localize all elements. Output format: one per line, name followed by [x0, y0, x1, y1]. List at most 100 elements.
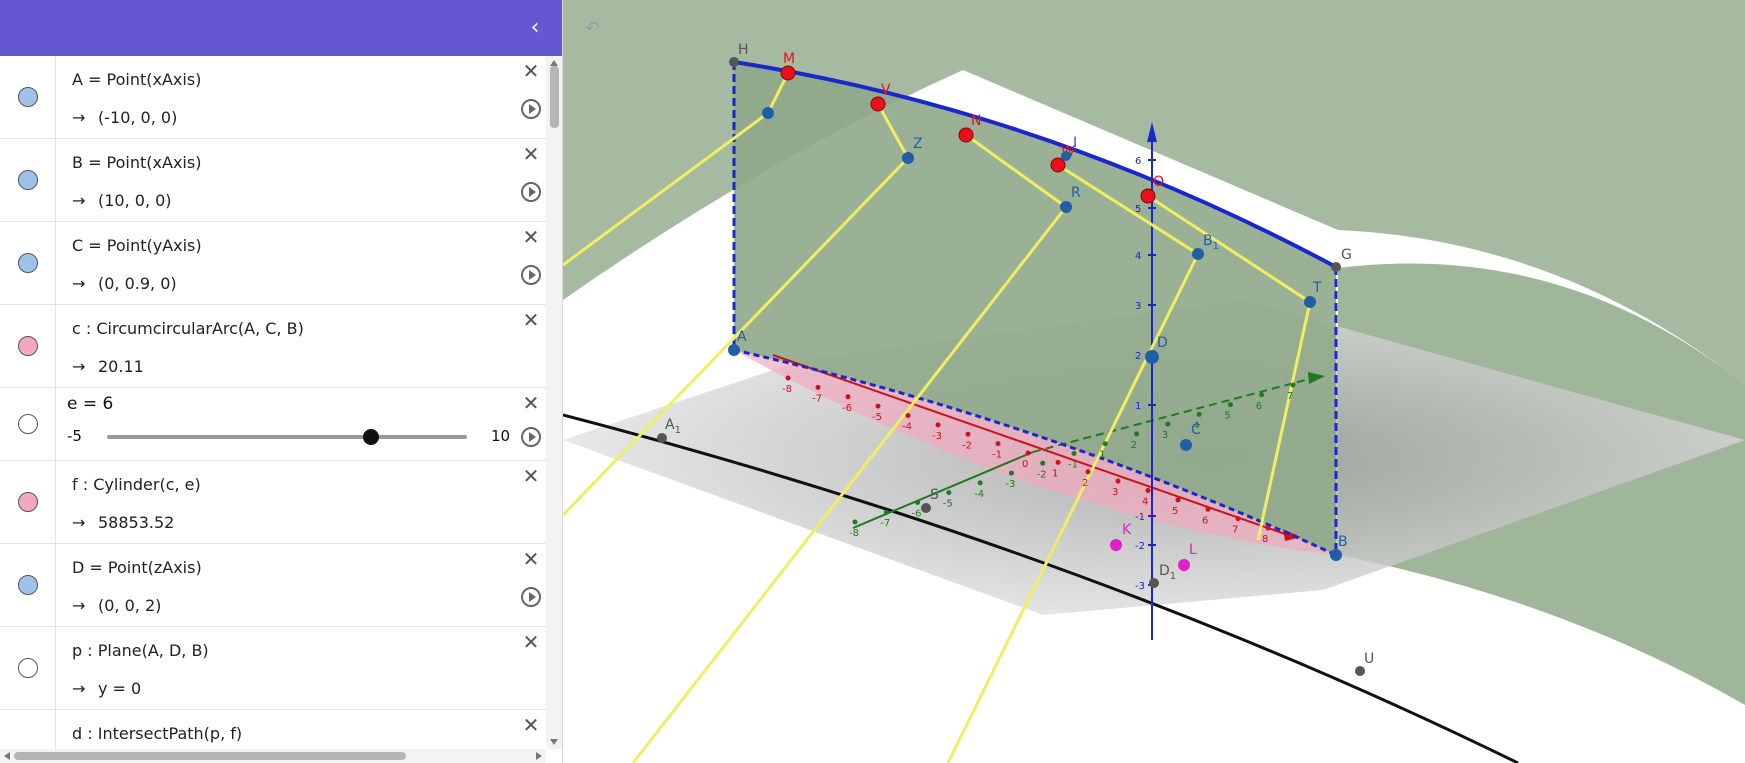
delete-button[interactable]: ✕: [520, 548, 542, 570]
label-N: N: [971, 113, 981, 129]
visibility-marble-icon[interactable]: [18, 253, 38, 273]
delete-button[interactable]: ✕: [520, 226, 542, 248]
visibility-toggle[interactable]: [0, 710, 56, 749]
horizontal-scrollbar[interactable]: [0, 749, 546, 763]
visibility-marble-icon[interactable]: [18, 492, 38, 512]
slider-thumb[interactable]: [363, 429, 379, 445]
scroll-right-icon[interactable]: [536, 752, 542, 760]
definition-text[interactable]: D = Point(zAxis): [72, 558, 202, 577]
definition-text[interactable]: C = Point(yAxis): [72, 236, 202, 255]
visibility-toggle[interactable]: [0, 627, 56, 709]
play-animation-button[interactable]: [521, 427, 541, 447]
play-animation-button[interactable]: [521, 265, 541, 285]
graphics-canvas[interactable]: -8 -7 -6 -5 -4 -3 -2 -1 0 1 2 3 4 5 6 7 8 -8 -7 -6 -5 -4 -3 -2…: [563, 0, 1745, 763]
visibility-marble-icon[interactable]: [18, 170, 38, 190]
algebra-row-D[interactable]: D = Point(zAxis) → (0, 0, 2) ✕: [0, 544, 546, 627]
visibility-toggle[interactable]: [0, 139, 56, 221]
undo-icon[interactable]: ↶: [585, 18, 607, 40]
value: 20.11: [98, 357, 144, 376]
definition-text[interactable]: A = Point(xAxis): [72, 70, 201, 89]
label-Z: Z: [913, 136, 923, 152]
play-animation-button[interactable]: [521, 99, 541, 119]
definition-text[interactable]: B = Point(xAxis): [72, 153, 201, 172]
visibility-toggle[interactable]: [0, 461, 56, 543]
axis-tick-label: 1: [1135, 401, 1141, 412]
axis-tick-mark: [1040, 460, 1046, 466]
algebra-row-e-slider[interactable]: e = 6 -5 10 ✕: [0, 388, 546, 461]
axis-tick-mark: [1134, 431, 1140, 437]
definition-text[interactable]: d : IntersectPath(p, f): [72, 724, 242, 743]
definition-text[interactable]: p : Plane(A, D, B): [72, 641, 209, 660]
axis-tick-mark: [995, 441, 1001, 447]
visibility-toggle[interactable]: [0, 305, 56, 387]
label-M: M: [783, 51, 795, 67]
label-K: K: [1122, 522, 1132, 538]
algebra-row-f[interactable]: f : Cylinder(c, e) → 58853.52 ✕: [0, 461, 546, 544]
definition-text[interactable]: f : Cylinder(c, e): [72, 475, 201, 494]
slider-track[interactable]: [107, 429, 467, 445]
delete-button[interactable]: ✕: [520, 465, 542, 487]
algebra-row-A[interactable]: A = Point(xAxis) → (-10, 0, 0) ✕: [0, 56, 546, 139]
point-M[interactable]: M: [780, 51, 796, 81]
label-L: L: [1189, 542, 1197, 558]
axis-tick-mark: [1025, 450, 1031, 456]
horizontal-scroll-thumb[interactable]: [14, 752, 406, 760]
visibility-marble-icon[interactable]: [18, 336, 38, 356]
value: (0, 0.9, 0): [98, 274, 177, 293]
slider-label[interactable]: e = 6: [67, 394, 113, 414]
scroll-left-icon[interactable]: [4, 752, 10, 760]
axis-tick-label: -5: [872, 412, 882, 423]
algebra-row-B[interactable]: B = Point(xAxis) → (10, 0, 0) ✕: [0, 139, 546, 222]
visibility-marble-icon[interactable]: [18, 575, 38, 595]
vertical-scrollbar[interactable]: [546, 56, 562, 749]
value-text: → 20.11: [72, 357, 144, 376]
axis-tick-mark: [1115, 478, 1121, 484]
label-T: T: [1312, 280, 1322, 296]
arrow-icon: →: [72, 596, 86, 615]
axis-tick-label: -3: [1005, 479, 1015, 490]
algebra-row-c[interactable]: c : CircumcircularArc(A, C, B) → 20.11 ✕: [0, 305, 546, 388]
chevron-left-icon[interactable]: ‹: [521, 14, 549, 42]
delete-button[interactable]: ✕: [520, 392, 542, 414]
axis-tick-mark: [1175, 497, 1181, 503]
play-animation-button[interactable]: [521, 587, 541, 607]
axis-tick-label: 6: [1202, 515, 1208, 526]
axis-tick-label: 3: [1135, 301, 1141, 312]
axis-tick-label: -1: [1068, 460, 1078, 471]
axis-tick-label: -8: [782, 384, 792, 395]
point-unnamed-upper[interactable]: [762, 107, 774, 119]
axis-tick-label: 2: [1135, 351, 1141, 362]
visibility-marble-icon[interactable]: [18, 87, 38, 107]
delete-button[interactable]: ✕: [520, 714, 542, 736]
delete-button[interactable]: ✕: [520, 631, 542, 653]
definition-text[interactable]: c : CircumcircularArc(A, C, B): [72, 319, 304, 338]
delete-button[interactable]: ✕: [520, 143, 542, 165]
visibility-toggle[interactable]: [0, 388, 56, 460]
arrow-icon: →: [72, 679, 86, 698]
visibility-marble-icon[interactable]: [18, 658, 38, 678]
vertical-scroll-thumb[interactable]: [550, 66, 559, 128]
algebra-row-d[interactable]: d : IntersectPath(p, f) ✕: [0, 710, 546, 749]
value: (0, 0, 2): [98, 596, 162, 615]
play-animation-button[interactable]: [521, 182, 541, 202]
delete-button[interactable]: ✕: [520, 60, 542, 82]
visibility-marble-icon[interactable]: [18, 414, 38, 434]
axis-tick-label: 0: [1022, 459, 1028, 470]
graphics-3d-view[interactable]: -8 -7 -6 -5 -4 -3 -2 -1 0 1 2 3 4 5 6 7 8 -8 -7 -6 -5 -4 -3 -2…: [563, 0, 1745, 763]
visibility-toggle[interactable]: [0, 222, 56, 304]
algebra-row-p[interactable]: p : Plane(A, D, B) → y = 0 ✕: [0, 627, 546, 710]
axis-tick-label: -4: [902, 422, 912, 433]
axis-tick-mark: [915, 499, 921, 505]
visibility-toggle[interactable]: [0, 544, 56, 626]
algebra-row-C[interactable]: C = Point(yAxis) → (0, 0.9, 0) ✕: [0, 222, 546, 305]
axis-tick-label: 8: [1262, 534, 1268, 545]
arrow-icon: →: [72, 357, 86, 376]
delete-button[interactable]: ✕: [520, 309, 542, 331]
axis-tick-label: 3: [1112, 487, 1118, 498]
label-V: V: [881, 82, 891, 98]
scroll-down-icon[interactable]: [550, 739, 558, 745]
visibility-toggle[interactable]: [0, 56, 56, 138]
axis-tick-label: 7: [1232, 525, 1238, 536]
value-text: → (-10, 0, 0): [72, 108, 177, 127]
point-U[interactable]: U: [1355, 651, 1374, 676]
